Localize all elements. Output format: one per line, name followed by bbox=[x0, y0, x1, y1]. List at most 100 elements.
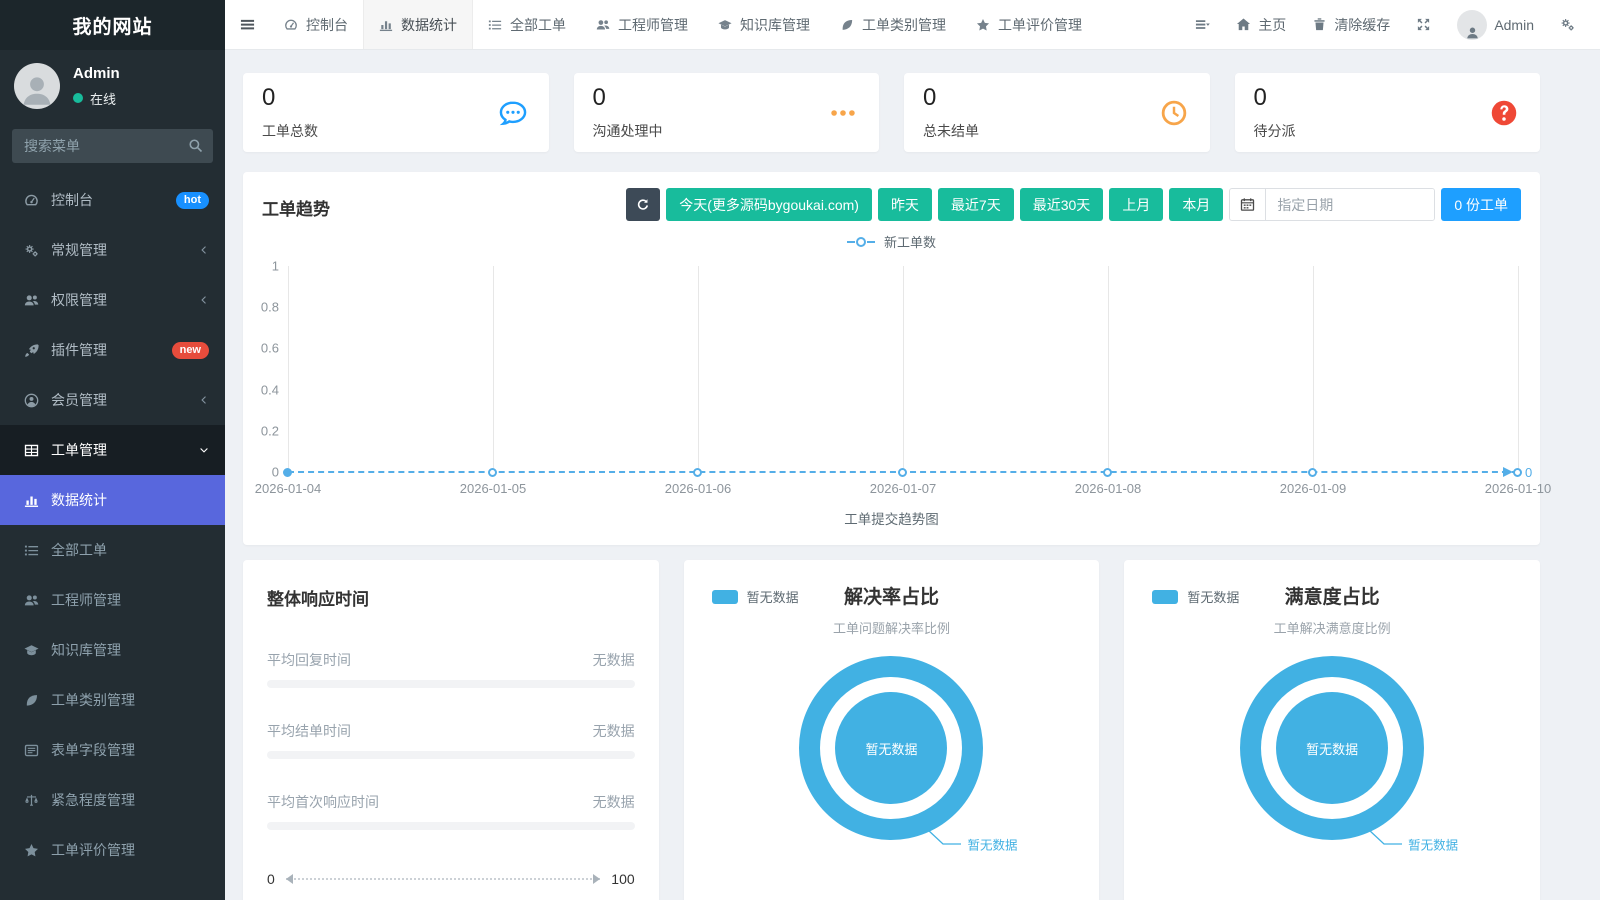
clear-cache-label: 清除缓存 bbox=[1334, 15, 1390, 35]
range-7days-button[interactable]: 最近7天 bbox=[938, 188, 1014, 221]
user-menu[interactable]: Admin bbox=[1444, 0, 1547, 49]
hours-scale-row: 0 100 bbox=[267, 871, 635, 887]
x-axis-tick-label: 2026-01-10 bbox=[1485, 481, 1552, 496]
data-point-marker bbox=[1308, 468, 1317, 477]
workorder-count-button[interactable]: 0 份工单 bbox=[1441, 188, 1521, 221]
grad-cap-icon bbox=[718, 18, 732, 32]
line-chart: 1 0.8 0.6 0.4 0.2 0 0 2026-01-04 2026-01… bbox=[288, 266, 1518, 472]
tab-console[interactable]: 控制台 bbox=[269, 0, 363, 49]
clock-icon bbox=[1160, 99, 1188, 127]
range-this-month-button[interactable]: 本月 bbox=[1169, 188, 1223, 221]
metric-value: 无数据 bbox=[593, 721, 635, 741]
workorder-trend-panel: 工单趋势 今天(更多源码bygoukai.com) 昨天 最近7天 最近30天 … bbox=[243, 172, 1540, 545]
user-avatar-icon bbox=[18, 71, 56, 109]
metric-avg-close-time: 平均结单时间 无数据 bbox=[267, 721, 635, 759]
app-logo[interactable]: 我的网站 bbox=[0, 0, 225, 50]
topbar-user-name: Admin bbox=[1494, 17, 1534, 33]
stat-value: 0 bbox=[593, 84, 663, 112]
sidebar-item-workorder-reviews[interactable]: 工单评价管理 bbox=[0, 825, 225, 875]
progress-bar-track bbox=[267, 751, 635, 759]
stat-value: 0 bbox=[923, 84, 979, 112]
sidebar-item-workorder-categories[interactable]: 工单类别管理 bbox=[0, 675, 225, 725]
fullscreen-button[interactable] bbox=[1403, 0, 1444, 49]
tab-data-stats[interactable]: 数据统计 bbox=[363, 0, 473, 49]
sidebar-item-workorder-mgmt[interactable]: 工单管理 bbox=[0, 425, 225, 475]
stat-label: 沟通处理中 bbox=[593, 121, 663, 141]
refresh-button[interactable] bbox=[626, 188, 660, 221]
settings-button[interactable] bbox=[1547, 0, 1588, 49]
form-icon bbox=[22, 743, 40, 758]
donut-ring: 暂无数据 bbox=[1240, 656, 1424, 840]
sidebar-item-data-stats[interactable]: 数据统计 bbox=[0, 475, 225, 525]
menu-list-dropdown[interactable] bbox=[1182, 0, 1223, 49]
sidebar-item-general-mgmt[interactable]: 常规管理 bbox=[0, 225, 225, 275]
sidebar-item-engineers[interactable]: 工程师管理 bbox=[0, 575, 225, 625]
list-caret-icon bbox=[1195, 17, 1210, 32]
tab-engineers[interactable]: 工程师管理 bbox=[581, 0, 703, 49]
range-last-month-button[interactable]: 上月 bbox=[1109, 188, 1163, 221]
pie-legend[interactable]: 暂无数据 bbox=[1152, 587, 1239, 606]
gridline bbox=[1518, 266, 1519, 472]
gauge-icon bbox=[22, 193, 40, 208]
search-input[interactable] bbox=[12, 129, 213, 163]
donut-chart: 暂无数据 暂无数据 bbox=[799, 656, 983, 888]
pie-legend[interactable]: 暂无数据 bbox=[712, 587, 799, 606]
sidebar-item-all-workorders[interactable]: 全部工单 bbox=[0, 525, 225, 575]
tab-workorder-reviews[interactable]: 工单评价管理 bbox=[961, 0, 1097, 49]
sidebar-item-label: 工单评价管理 bbox=[51, 840, 209, 860]
user-avatar-icon bbox=[1465, 25, 1480, 40]
sidebar-item-label: 知识库管理 bbox=[51, 640, 209, 660]
tab-all-workorders[interactable]: 全部工单 bbox=[473, 0, 581, 49]
donut-center-label: 暂无数据 bbox=[865, 739, 917, 758]
data-point-marker bbox=[898, 468, 907, 477]
y-axis-tick-label: 1 bbox=[272, 259, 279, 274]
calendar-addon[interactable] bbox=[1230, 189, 1266, 220]
stat-card-total-workorders: 0 工单总数 bbox=[243, 73, 549, 152]
sidebar-item-permissions[interactable]: 权限管理 bbox=[0, 275, 225, 325]
gridline bbox=[493, 266, 494, 472]
stat-label: 待分派 bbox=[1254, 121, 1296, 141]
date-input[interactable] bbox=[1266, 189, 1434, 220]
sidebar-item-label: 会员管理 bbox=[51, 390, 199, 410]
tab-workorder-categories[interactable]: 工单类别管理 bbox=[825, 0, 961, 49]
y-axis-tick-label: 0.6 bbox=[261, 341, 279, 356]
home-button[interactable]: 主页 bbox=[1223, 0, 1299, 49]
sidebar-item-console[interactable]: 控制台 hot bbox=[0, 175, 225, 225]
range-30days-button[interactable]: 最近30天 bbox=[1020, 188, 1104, 221]
legend-line-marker-icon bbox=[847, 236, 875, 248]
chart-caption: 工单提交趋势图 bbox=[262, 508, 1521, 528]
tab-label: 知识库管理 bbox=[740, 15, 810, 35]
sidebar-item-urgency[interactable]: 紧急程度管理 bbox=[0, 775, 225, 825]
pie-subtitle: 工单问题解决率比例 bbox=[710, 618, 1074, 637]
chevron-left-icon bbox=[199, 295, 209, 305]
range-today-button[interactable]: 今天(更多源码bygoukai.com) bbox=[666, 188, 872, 221]
chevron-left-icon bbox=[199, 395, 209, 405]
chart-legend[interactable]: 新工单数 bbox=[262, 232, 1521, 251]
tab-knowledge-base[interactable]: 知识库管理 bbox=[703, 0, 825, 49]
rocket-icon bbox=[22, 343, 40, 358]
pie-subtitle: 工单解决满意度比例 bbox=[1150, 618, 1514, 637]
range-yesterday-button[interactable]: 昨天 bbox=[878, 188, 932, 221]
list-icon bbox=[488, 18, 502, 32]
sidebar-toggle-button[interactable] bbox=[225, 0, 269, 49]
grad-cap-icon bbox=[22, 643, 40, 658]
hot-badge: hot bbox=[176, 192, 209, 209]
sidebar-item-plugins[interactable]: 插件管理 new bbox=[0, 325, 225, 375]
sidebar-item-form-fields[interactable]: 表单字段管理 bbox=[0, 725, 225, 775]
trend-title: 工单趋势 bbox=[262, 188, 330, 220]
gridline bbox=[1108, 266, 1109, 472]
gears-icon bbox=[1560, 17, 1575, 32]
hours-range-slider[interactable] bbox=[286, 878, 601, 880]
metric-label: 平均结单时间 bbox=[267, 721, 351, 741]
gauge-icon bbox=[284, 18, 298, 32]
data-point-marker bbox=[283, 468, 292, 477]
metric-label: 平均回复时间 bbox=[267, 650, 351, 670]
star-icon bbox=[22, 843, 40, 858]
expand-icon bbox=[1416, 17, 1431, 32]
sidebar-item-knowledge-base[interactable]: 知识库管理 bbox=[0, 625, 225, 675]
x-axis-tick-label: 2026-01-08 bbox=[1075, 481, 1142, 496]
clear-cache-button[interactable]: 清除缓存 bbox=[1299, 0, 1403, 49]
stat-label: 总未结单 bbox=[923, 121, 979, 141]
sidebar-item-members[interactable]: 会员管理 bbox=[0, 375, 225, 425]
metric-avg-first-response-time: 平均首次响应时间 无数据 bbox=[267, 792, 635, 830]
